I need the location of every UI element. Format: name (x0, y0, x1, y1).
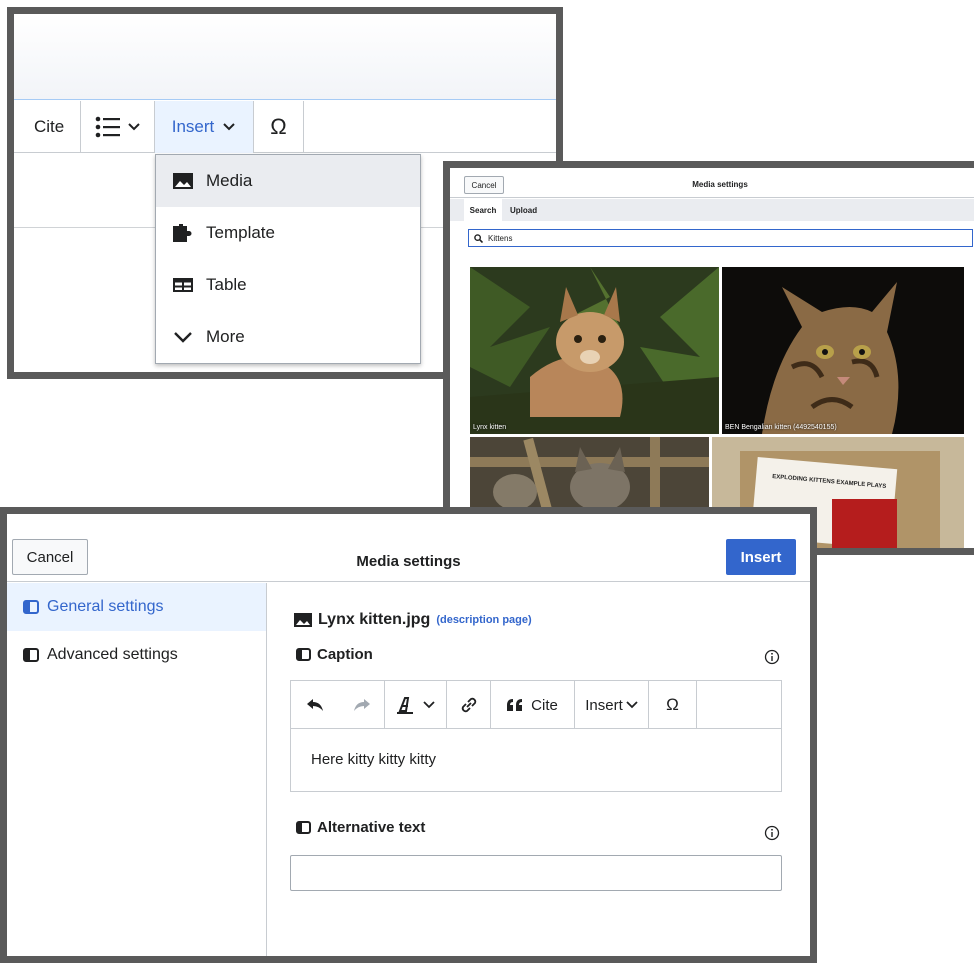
caption-heading: Caption (296, 646, 373, 663)
search-icon (474, 233, 483, 243)
settings-main: Lynx kitten.jpg (description page) Capti… (268, 583, 808, 956)
alt-text-heading: Alternative text (296, 819, 425, 836)
panel-icon (23, 648, 39, 662)
result-caption: BEN Bengalian kitten (4492540155) (725, 424, 837, 431)
search-result-lynx[interactable]: Lynx kitten (470, 267, 719, 434)
image-icon (294, 613, 312, 627)
undo-button[interactable] (291, 681, 339, 729)
dialog-header: Cancel Media settings (450, 168, 974, 198)
editor-top-bar (14, 14, 556, 100)
puzzle-icon (172, 224, 194, 242)
list-menu-button[interactable] (81, 101, 155, 153)
file-name: Lynx kitten.jpg (318, 611, 431, 628)
menu-item-table[interactable]: Table (156, 259, 420, 311)
panel-icon (23, 600, 39, 614)
insert-menu-button[interactable]: Insert (155, 101, 254, 153)
menu-item-media[interactable]: Media (156, 155, 420, 207)
caption-text[interactable]: Here kitty kitty kitty (311, 751, 436, 768)
dialog-header: Media settings Cancel Insert (7, 514, 810, 582)
text-style-button[interactable] (385, 681, 447, 729)
lynx-kitten-image (470, 267, 719, 434)
caption-editor: Cite Insert Ω Here kitty kitty kitty (290, 680, 782, 792)
insert-button[interactable]: Insert (726, 539, 796, 575)
alt-text-label: Alternative text (317, 819, 426, 836)
menu-item-label: More (206, 327, 245, 346)
table-icon (172, 278, 194, 292)
search-input[interactable]: Kittens (468, 229, 973, 247)
sidebar-item-general-settings[interactable]: General settings (7, 583, 266, 631)
insert-dropdown-menu: Media Template Table More (155, 154, 421, 364)
undo-icon (306, 698, 324, 712)
chevron-down-icon (422, 701, 435, 709)
caption-toolbar: Cite Insert Ω (291, 681, 781, 729)
alt-text-field[interactable] (290, 855, 782, 891)
info-icon[interactable] (764, 825, 780, 841)
media-settings-panel: Media settings Cancel Insert General set… (0, 507, 817, 963)
dialog-title: Media settings (692, 180, 748, 189)
caption-label: Caption (317, 646, 373, 663)
special-character-button[interactable]: Ω (254, 101, 304, 153)
image-icon (172, 173, 194, 189)
cite-button[interactable]: Cite (491, 681, 575, 729)
chevron-down-icon (222, 122, 236, 132)
menu-item-label: Media (206, 171, 253, 190)
settings-sidebar: General settings Advanced settings (7, 583, 267, 956)
tab-upload[interactable]: Upload (510, 199, 537, 221)
file-name-heading: Lynx kitten.jpg (description page) (294, 611, 532, 629)
menu-item-label: Table (206, 275, 247, 294)
menu-item-label: Template (206, 223, 275, 242)
tab-search[interactable]: Search (464, 199, 502, 221)
cite-button[interactable]: Cite (14, 101, 81, 153)
bengal-kitten-image (722, 267, 964, 434)
special-character-button[interactable]: Ω (649, 681, 697, 729)
description-page-link[interactable]: (description page) (436, 614, 531, 626)
redo-icon (353, 698, 371, 712)
panel-icon (296, 821, 311, 834)
cancel-button[interactable]: Cancel (12, 539, 88, 575)
link-icon (460, 696, 478, 714)
media-search-panel: Cancel Media settings Search Upload Kitt… (443, 161, 974, 555)
menu-item-more[interactable]: More (156, 311, 420, 363)
result-caption: Lynx kitten (473, 424, 507, 431)
search-result-bengal[interactable]: BEN Bengalian kitten (4492540155) (722, 267, 964, 434)
bullet-list-icon (95, 116, 121, 138)
info-icon[interactable] (764, 649, 780, 665)
chevron-down-icon (626, 701, 638, 709)
quote-icon (507, 699, 523, 711)
editor-toolbar: Cite Insert Ω (14, 101, 556, 153)
search-value: Kittens (488, 233, 513, 243)
insert-menu-button[interactable]: Insert (575, 681, 649, 729)
insert-label: Insert (171, 117, 215, 136)
menu-item-template[interactable]: Template (156, 207, 420, 259)
insert-label: Insert (585, 696, 623, 714)
chevron-down-icon (172, 331, 194, 343)
sidebar-item-label: Advanced settings (47, 646, 178, 663)
link-button[interactable] (447, 681, 491, 729)
redo-button[interactable] (339, 681, 385, 729)
text-style-icon (396, 696, 415, 714)
cite-label: Cite (531, 696, 558, 714)
tab-bar: Search Upload (450, 199, 974, 221)
sidebar-item-label: General settings (47, 598, 164, 615)
sidebar-item-advanced-settings[interactable]: Advanced settings (7, 631, 266, 679)
panel-icon (296, 648, 311, 661)
chevron-down-icon (127, 122, 141, 132)
